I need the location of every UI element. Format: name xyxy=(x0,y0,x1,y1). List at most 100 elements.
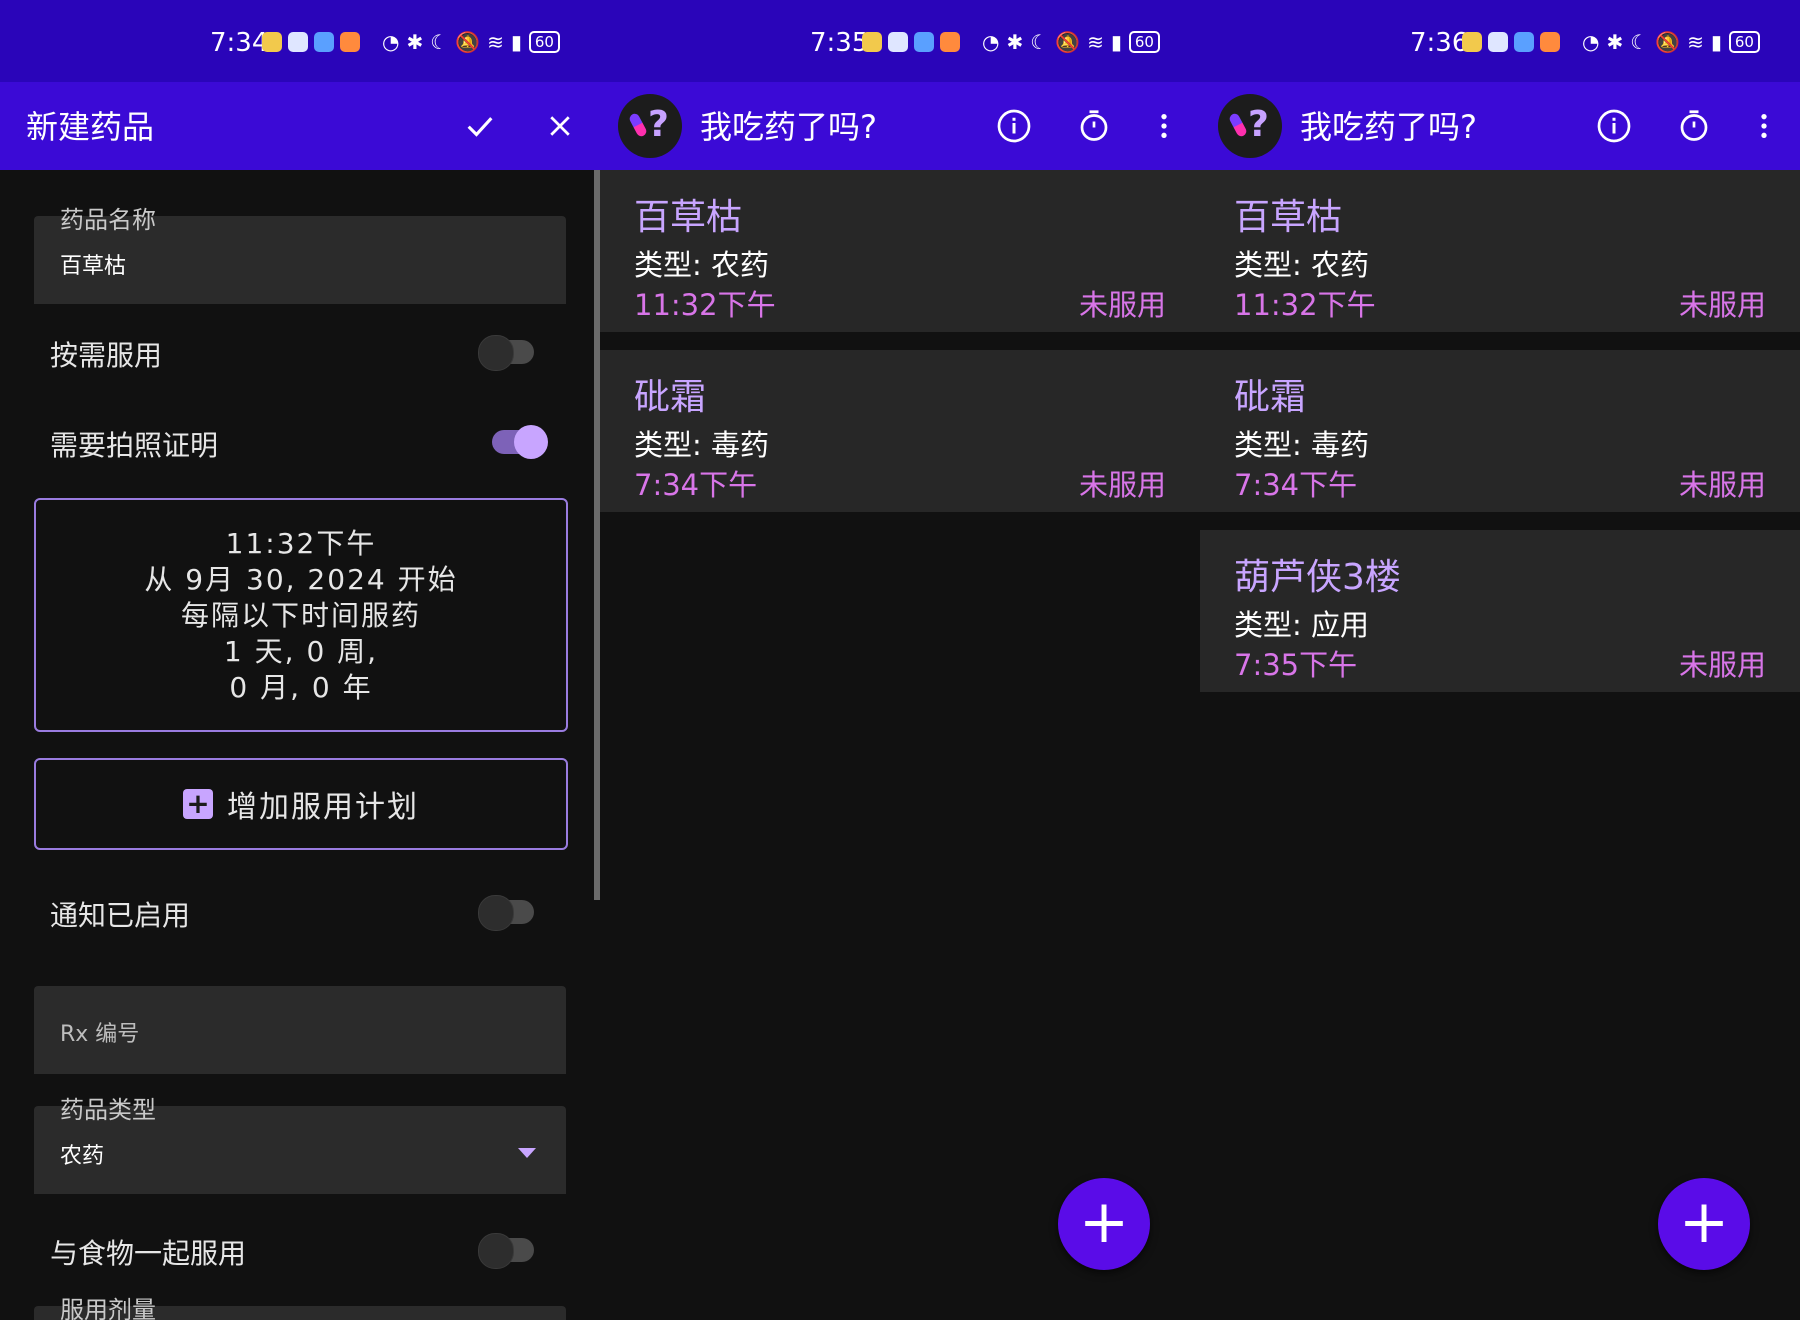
app-title: 我吃药了吗? xyxy=(1300,108,1477,146)
bluetooth-icon: ✱ xyxy=(1606,30,1624,54)
medicine-name-label: 药品名称 xyxy=(60,206,156,234)
more-vert-icon[interactable] xyxy=(1742,104,1786,148)
app-icon xyxy=(314,32,334,52)
add-schedule-button[interactable]: + 增加服用计划 xyxy=(34,758,568,850)
question-mark-icon: ? xyxy=(648,104,669,145)
qq-icon xyxy=(262,32,282,52)
status-time: 7:36 xyxy=(1410,28,1469,58)
system-icons: ◔ ✱ ☾ 🔕 ≋ ▮ 60 xyxy=(1582,30,1760,54)
app-icon xyxy=(1488,32,1508,52)
toggle-knob xyxy=(514,425,548,459)
medicine-type-value: 农药 xyxy=(60,1144,105,1169)
notifications-label: 通知已启用 xyxy=(50,899,191,932)
app-bar: ? 我吃药了吗? xyxy=(1200,82,1800,170)
wifi-icon: ≋ xyxy=(1087,30,1104,54)
medicine-time: 7:35下午 xyxy=(1234,648,1358,682)
mute-icon: 🔕 xyxy=(1655,30,1681,54)
wifi-icon: ≋ xyxy=(1687,30,1704,54)
photo-proof-toggle[interactable] xyxy=(492,425,548,459)
status-bar: 7:35 ◔ ✱ ☾ 🔕 ≋ ▮ 60 xyxy=(600,0,1200,82)
qq-icon xyxy=(1462,32,1482,52)
app-icon xyxy=(1514,32,1534,52)
medicine-type: 类型: 毒药 xyxy=(1234,428,1369,462)
bluetooth-icon: ✱ xyxy=(406,30,424,54)
data-speed-icon: ◔ xyxy=(982,30,1000,54)
info-icon[interactable] xyxy=(1592,104,1636,148)
pill-icon xyxy=(627,112,649,138)
notification-icons xyxy=(262,32,360,52)
medicine-name: 砒霜 xyxy=(1234,377,1307,418)
status-time: 7:35 xyxy=(810,28,869,58)
medicine-list-screen: 7:35 ◔ ✱ ☾ 🔕 ≋ ▮ 60 ? 我吃药了吗? 百草枯 类型: 农药 … xyxy=(600,0,1200,1320)
schedule-interval-title: 每隔以下时间服药 xyxy=(180,599,421,632)
schedule-start-date: 从 9月 30, 2024 开始 xyxy=(144,563,458,596)
notifications-toggle[interactable] xyxy=(478,895,534,931)
medicine-name: 百草枯 xyxy=(634,197,743,238)
more-vert-icon[interactable] xyxy=(1142,104,1186,148)
as-needed-toggle[interactable] xyxy=(478,335,534,371)
medicine-card[interactable]: 百草枯 类型: 农药 11:32下午 未服用 xyxy=(1200,170,1800,332)
dosage-label: 服用剂量 xyxy=(60,1296,156,1320)
medicine-type: 类型: 农药 xyxy=(1234,248,1369,282)
medicine-list-screen: 7:36 ◔ ✱ ☾ 🔕 ≋ ▮ 60 ? 我吃药了吗? 百草枯 类型: 农药 … xyxy=(1200,0,1800,1320)
rx-number-field[interactable]: Rx 编号 xyxy=(34,986,566,1074)
medicine-status: 未服用 xyxy=(1078,288,1166,322)
toggle-knob xyxy=(478,895,514,931)
photo-proof-label: 需要拍照证明 xyxy=(50,429,219,462)
timer-icon[interactable] xyxy=(1672,104,1716,148)
add-box-icon: + xyxy=(183,789,213,819)
medicine-name: 葫芦侠3楼 xyxy=(1234,557,1401,598)
as-needed-label: 按需服用 xyxy=(50,339,163,372)
timer-icon[interactable] xyxy=(1072,104,1116,148)
medicine-card[interactable]: 砒霜 类型: 毒药 7:34下午 未服用 xyxy=(1200,350,1800,512)
bluetooth-icon: ✱ xyxy=(1006,30,1024,54)
battery-icon: 60 xyxy=(1128,31,1160,53)
video-app-icon xyxy=(1540,32,1560,52)
status-bar: 7:36 ◔ ✱ ☾ 🔕 ≋ ▮ 60 xyxy=(1200,0,1800,82)
medicine-type: 类型: 毒药 xyxy=(634,428,769,462)
medicine-type: 类型: 应用 xyxy=(1234,608,1369,642)
medicine-name: 百草枯 xyxy=(1234,197,1343,238)
medicine-type-label: 药品类型 xyxy=(60,1096,156,1124)
medicine-name-field[interactable]: 药品名称 百草枯 xyxy=(34,206,566,304)
medicine-status: 未服用 xyxy=(1678,648,1766,682)
add-medicine-fab[interactable]: + xyxy=(1058,1178,1150,1270)
medicine-status: 未服用 xyxy=(1678,468,1766,502)
medicine-card[interactable]: 砒霜 类型: 毒药 7:34下午 未服用 xyxy=(600,350,1200,512)
page-title: 新建药品 xyxy=(26,108,155,146)
video-app-icon xyxy=(340,32,360,52)
mute-icon: 🔕 xyxy=(455,30,481,54)
close-icon[interactable] xyxy=(538,104,582,148)
app-icon xyxy=(888,32,908,52)
dosage-field[interactable]: 服用剂量 xyxy=(34,1296,566,1320)
medicine-status: 未服用 xyxy=(1078,468,1166,502)
status-time: 7:34 xyxy=(210,28,269,58)
mute-icon: 🔕 xyxy=(1055,30,1081,54)
with-food-toggle[interactable] xyxy=(478,1233,534,1269)
schedule-card[interactable]: 11:32下午 从 9月 30, 2024 开始 每隔以下时间服药 1 天, 0… xyxy=(34,498,568,732)
medicine-status: 未服用 xyxy=(1678,288,1766,322)
medicine-card[interactable]: 百草枯 类型: 农药 11:32下午 未服用 xyxy=(600,170,1200,332)
app-bar: ? 我吃药了吗? xyxy=(600,82,1200,170)
notification-icons xyxy=(862,32,960,52)
app-bar: 新建药品 xyxy=(0,82,600,170)
app-icon xyxy=(288,32,308,52)
add-medicine-fab[interactable]: + xyxy=(1658,1178,1750,1270)
medicine-type-select[interactable]: 药品类型 农药 xyxy=(34,1096,566,1194)
status-bar: 7:34 ◔ ✱ ☾ 🔕 ≋ ▮ 60 xyxy=(0,0,600,82)
medicine-time: 7:34下午 xyxy=(634,468,758,502)
new-medicine-screen: 7:34 ◔ ✱ ☾ 🔕 ≋ ▮ 60 新建药品 药品名称 百草枯 按需服用 需… xyxy=(0,0,600,1320)
moon-icon: ☾ xyxy=(1630,30,1649,54)
schedule-interval-days-weeks: 1 天, 0 周, xyxy=(223,635,379,668)
rx-number-placeholder: Rx 编号 xyxy=(60,1022,140,1047)
schedule-interval-months-years: 0 月, 0 年 xyxy=(229,671,373,704)
info-icon[interactable] xyxy=(992,104,1036,148)
medicine-time: 11:32下午 xyxy=(1234,288,1376,322)
app-icon xyxy=(914,32,934,52)
battery-icon: 60 xyxy=(1728,31,1760,53)
moon-icon: ☾ xyxy=(1030,30,1049,54)
question-mark-icon: ? xyxy=(1248,104,1269,145)
medicine-card[interactable]: 葫芦侠3楼 类型: 应用 7:35下午 未服用 xyxy=(1200,530,1800,692)
wifi-icon: ≋ xyxy=(487,30,504,54)
check-icon[interactable] xyxy=(458,104,502,148)
